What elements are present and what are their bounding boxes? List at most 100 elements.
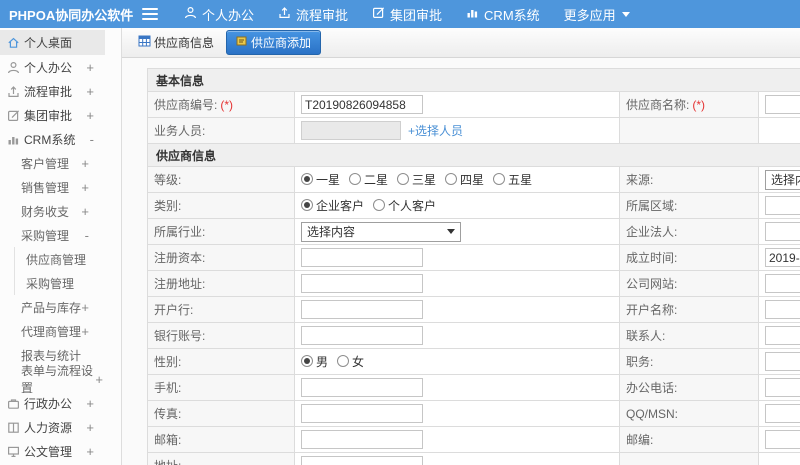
sidebar-item-product-inventory[interactable]: 产品与库存 + <box>0 295 105 319</box>
expander-plus-icon[interactable]: + <box>81 325 89 338</box>
sidebar-item-form-workflow-settings[interactable]: 表单与流程设置 + <box>0 364 105 395</box>
sidebar-item-document-mgmt[interactable]: 公文管理 + <box>0 439 105 463</box>
expander-plus-icon[interactable]: + <box>86 61 94 74</box>
sidebar-item-personal-office[interactable]: 个人办公 + <box>0 55 105 79</box>
grade-option-5[interactable]: 五星 <box>493 171 532 188</box>
upload-icon <box>7 85 20 98</box>
grade-option-3[interactable]: 三星 <box>397 171 436 188</box>
section-header-supplier: 供应商信息 <box>147 143 800 167</box>
sidebar-item-finance[interactable]: 财务收支 + <box>0 199 105 223</box>
supplier-name-input[interactable] <box>765 95 800 114</box>
category-option-personal[interactable]: 个人客户 <box>373 197 436 214</box>
table-row: 银行账号: 联系人: <box>147 322 800 349</box>
tab-supplier-add[interactable]: 供应商添加 <box>226 30 322 55</box>
founded-time-label: 成立时间: <box>619 244 759 271</box>
contact-input[interactable] <box>765 326 800 345</box>
reg-capital-input[interactable] <box>301 248 423 267</box>
gender-option-male[interactable]: 男 <box>301 353 328 370</box>
caret-down-icon <box>621 11 630 17</box>
sidebar-item-personal-desktop[interactable]: 个人桌面 <box>0 30 105 55</box>
table-row: 所属行业: 选择内容 企业法人: <box>147 218 800 245</box>
fax-input[interactable] <box>301 404 423 423</box>
expander-plus-icon[interactable]: + <box>86 109 94 122</box>
category-option-company[interactable]: 企业客户 <box>301 197 364 214</box>
expander-plus-icon[interactable]: + <box>81 301 89 314</box>
fax-label: 传真: <box>147 400 295 427</box>
expander-plus-icon[interactable]: + <box>86 85 94 98</box>
supplier-no-input[interactable] <box>301 95 423 114</box>
main-content: 供应商信息 供应商添加 基本信息 供应商编号:(*) 供应商名称:(*) <box>122 28 800 465</box>
email-input[interactable] <box>301 430 423 449</box>
sidebar-item-agent-mgmt[interactable]: 代理商管理 + <box>0 319 105 343</box>
tab-bar: 供应商信息 供应商添加 <box>122 28 800 58</box>
sidebar-item-label: 报表与统计 <box>21 348 82 363</box>
expander-plus-icon[interactable]: + <box>86 445 94 458</box>
radio-label: 个人客户 <box>388 198 437 213</box>
expander-minus-icon[interactable]: - <box>90 133 94 146</box>
sidebar-item-purchase-mgmt-sub[interactable]: 采购管理 <box>14 271 105 295</box>
zip-input[interactable] <box>765 430 800 449</box>
business-person-input[interactable] <box>301 121 401 140</box>
gender-label: 性别: <box>147 348 295 375</box>
nav-personal-office[interactable]: 个人办公 <box>172 0 266 28</box>
radio-icon <box>397 173 410 186</box>
sidebar-item-supplier-mgmt[interactable]: 供应商管理 <box>14 247 105 271</box>
expander-minus-icon[interactable]: - <box>85 229 89 242</box>
region-input[interactable] <box>765 196 800 215</box>
address-input[interactable] <box>301 456 423 465</box>
founded-time-input[interactable] <box>765 248 800 267</box>
website-input[interactable] <box>765 274 800 293</box>
sidebar-item-crm-system[interactable]: CRM系统 - <box>0 127 105 151</box>
table-row: 地址: <box>147 452 800 465</box>
expander-plus-icon[interactable]: + <box>81 181 89 194</box>
section-header-basic: 基本信息 <box>147 68 800 92</box>
reg-address-input[interactable] <box>301 274 423 293</box>
tab-label: 供应商信息 <box>154 36 215 50</box>
email-label: 邮箱: <box>147 426 295 453</box>
tab-supplier-info[interactable]: 供应商信息 <box>132 31 220 54</box>
app-logo[interactable]: PHPOA协同办公软件 <box>0 5 133 24</box>
mobile-input[interactable] <box>301 378 423 397</box>
address-label: 地址: <box>147 452 295 465</box>
grade-option-2[interactable]: 二星 <box>349 171 388 188</box>
sidebar-item-label: 客户管理 <box>21 156 70 171</box>
gender-option-female[interactable]: 女 <box>337 353 364 370</box>
legal-person-input[interactable] <box>765 222 800 241</box>
nav-item-label: 更多应用 <box>563 7 616 23</box>
sidebar-item-hr[interactable]: 人力资源 + <box>0 415 105 439</box>
category-radio-group: 企业客户 个人客户 <box>301 197 445 214</box>
bank-account-input[interactable] <box>301 326 423 345</box>
qq-msn-input[interactable] <box>765 404 800 423</box>
expander-plus-icon[interactable]: + <box>81 157 89 170</box>
sidebar-item-group-approval[interactable]: 集团审批 + <box>0 103 105 127</box>
position-input[interactable] <box>765 352 800 371</box>
sidebar-item-customer-mgmt[interactable]: 客户管理 + <box>0 151 105 175</box>
reg-address-label: 注册地址: <box>147 270 295 297</box>
sidebar-item-workflow-approval[interactable]: 流程审批 + <box>0 79 105 103</box>
business-person-label: 业务人员: <box>147 117 295 144</box>
expander-plus-icon[interactable]: + <box>86 397 94 410</box>
source-select[interactable]: 选择内容 <box>765 169 800 190</box>
industry-select[interactable]: 选择内容 <box>301 221 461 242</box>
mobile-label: 手机: <box>147 374 295 401</box>
nav-workflow-approval[interactable]: 流程审批 <box>266 0 360 28</box>
tab-label: 供应商添加 <box>251 36 312 50</box>
book-icon <box>7 421 20 434</box>
nav-group-approval[interactable]: 集团审批 <box>360 0 454 28</box>
grade-option-1[interactable]: 一星 <box>301 171 340 188</box>
expander-plus-icon[interactable]: + <box>81 205 89 218</box>
radio-label: 二星 <box>364 172 389 187</box>
bank-input[interactable] <box>301 300 423 319</box>
office-phone-input[interactable] <box>765 378 800 397</box>
hamburger-icon[interactable] <box>142 8 158 20</box>
sidebar-item-purchase-mgmt[interactable]: 采购管理 - <box>0 223 105 247</box>
nav-crm-system[interactable]: CRM系统 <box>454 0 552 28</box>
table-row: 等级: 一星 二星 三星 四星 五星 来源: 选择内容 <box>147 166 800 193</box>
expander-plus-icon[interactable]: + <box>86 421 94 434</box>
account-name-input[interactable] <box>765 300 800 319</box>
nav-more-apps[interactable]: 更多应用 <box>552 0 642 28</box>
choose-person-link[interactable]: +选择人员 <box>408 124 463 138</box>
sidebar-item-sales-mgmt[interactable]: 销售管理 + <box>0 175 105 199</box>
grade-option-4[interactable]: 四星 <box>445 171 484 188</box>
expander-plus-icon[interactable]: + <box>95 373 103 386</box>
